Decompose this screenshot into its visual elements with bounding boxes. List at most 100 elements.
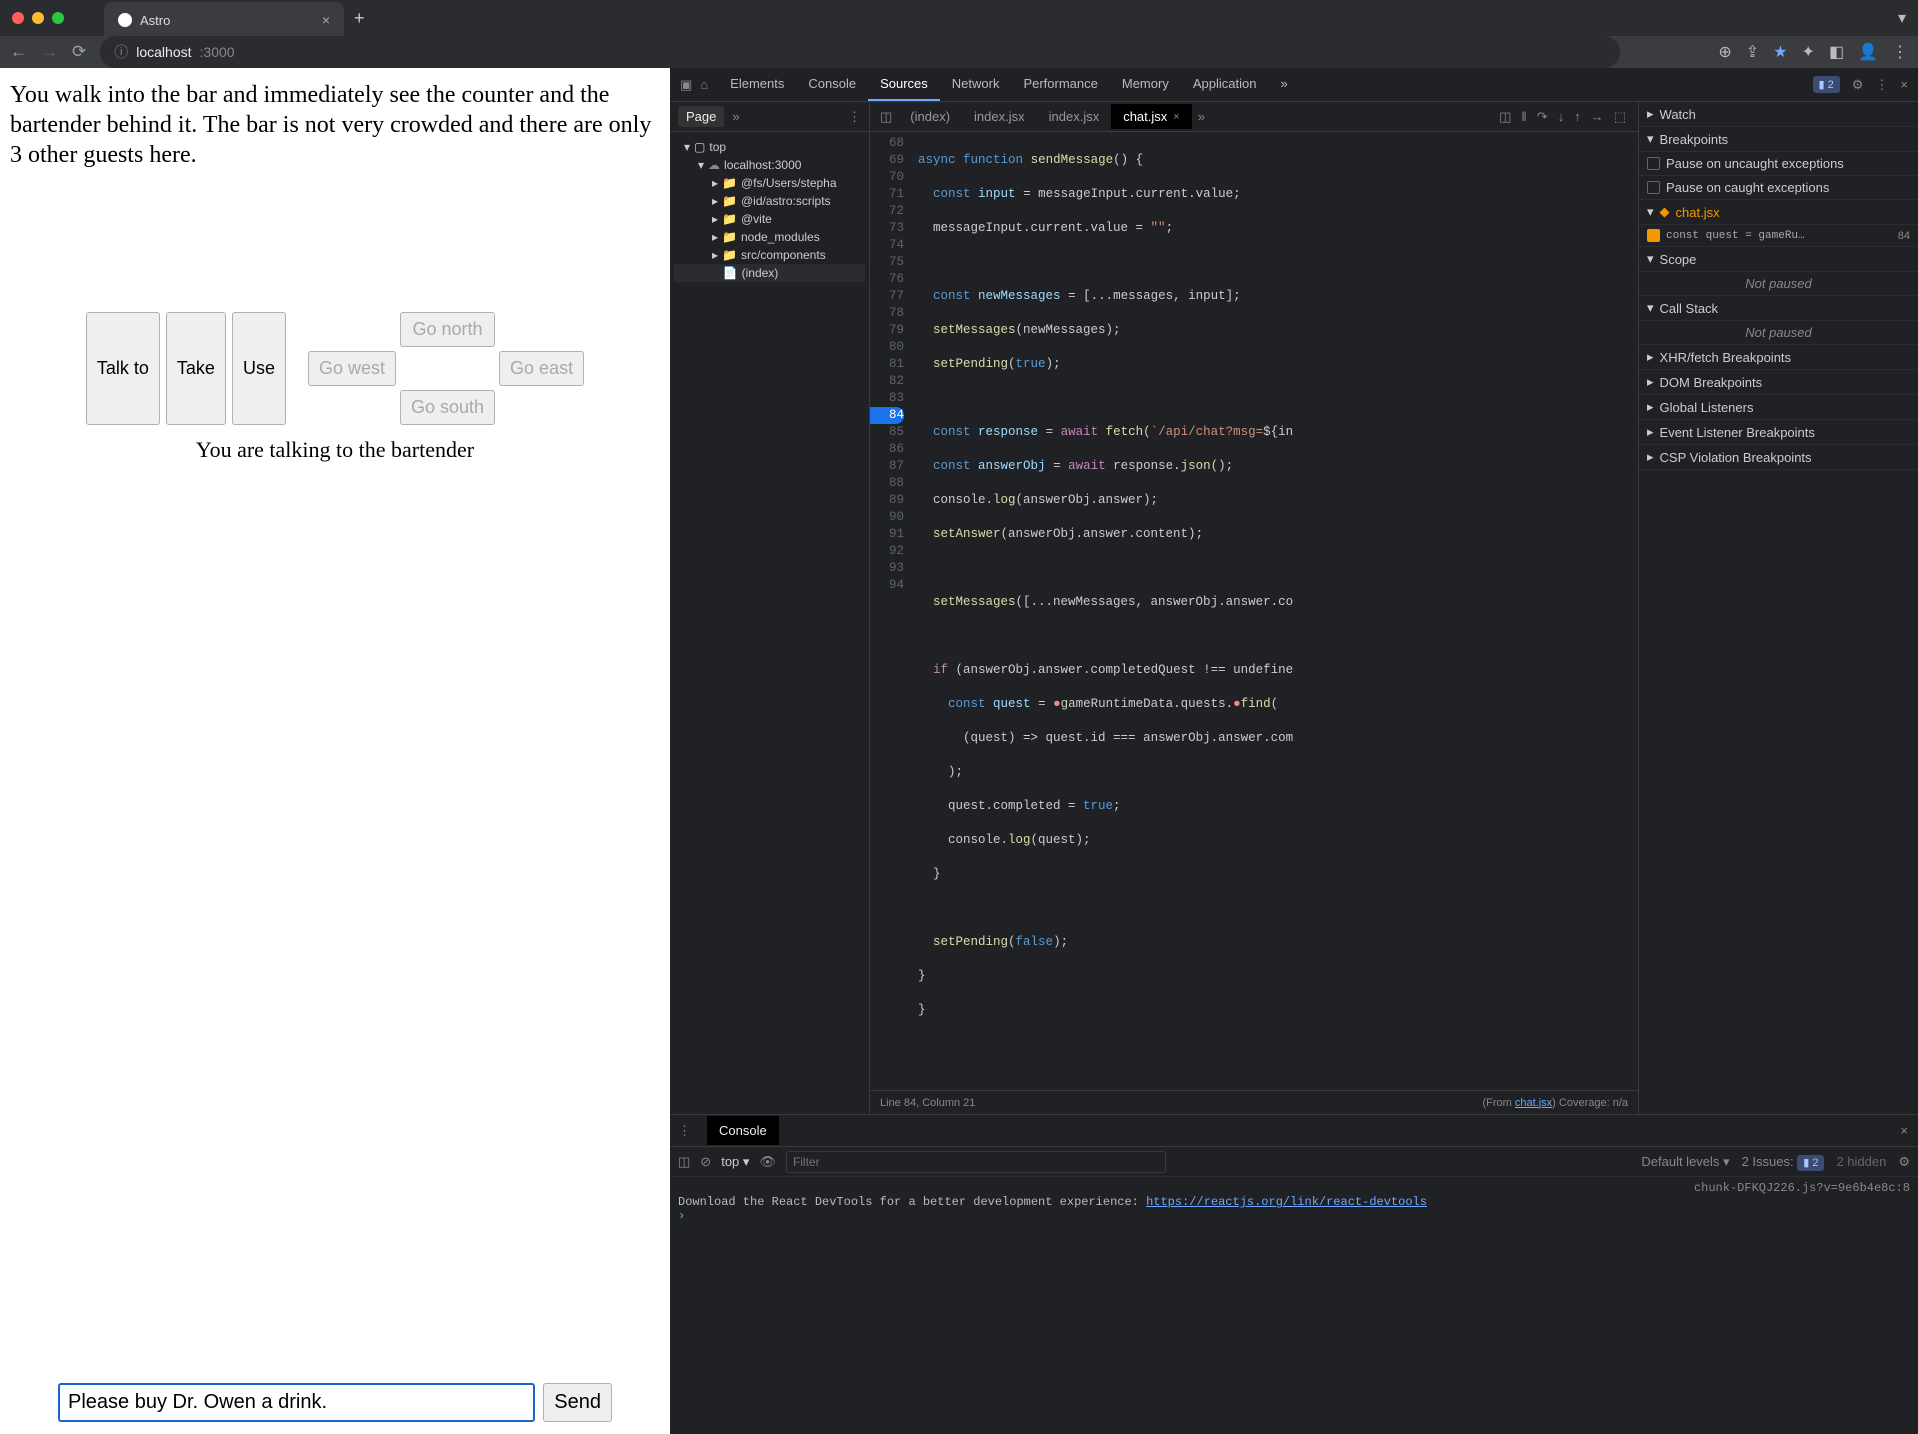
breakpoint-file[interactable]: ▾ ◆ chat.jsx xyxy=(1639,200,1918,225)
event-bp-section[interactable]: ▸ Event Listener Breakpoints xyxy=(1639,420,1918,445)
step-icon[interactable]: → xyxy=(1591,109,1604,125)
browser-tab[interactable]: Astro × xyxy=(104,2,344,38)
window-titlebar: Astro × + ▾ xyxy=(0,0,1918,36)
context-selector[interactable]: top ▾ xyxy=(721,1154,749,1170)
tree-folder[interactable]: ▸ 📁 @id/astro:scripts xyxy=(674,192,865,210)
step-out-icon[interactable]: ↑ xyxy=(1574,109,1581,125)
deactivate-bp-icon[interactable]: ⬚ xyxy=(1614,109,1626,125)
send-button[interactable]: Send xyxy=(543,1383,612,1422)
code-content[interactable]: async function sendMessage() { const inp… xyxy=(910,132,1638,1090)
tab-performance[interactable]: Performance xyxy=(1011,68,1109,101)
pause-icon[interactable]: ‖ xyxy=(1521,109,1526,125)
tree-folder[interactable]: ▸ 📁 @vite xyxy=(674,210,865,228)
breakpoints-section[interactable]: ▾ Breakpoints xyxy=(1639,127,1918,152)
console-drawer: ⋮ Console × ◫ ⊘ top ▾ 👁 Default levels ▾… xyxy=(670,1114,1918,1434)
tree-top[interactable]: ▾ ▢ top xyxy=(674,138,865,156)
issues-badge[interactable]: ▮ 2 xyxy=(1813,76,1840,93)
console-filter-input[interactable] xyxy=(786,1151,1166,1173)
settings-icon[interactable]: ⚙ xyxy=(1852,77,1864,93)
tree-file-index[interactable]: 📄 (index) xyxy=(674,264,865,282)
devtools-tabs: Elements Console Sources Network Perform… xyxy=(718,68,1300,101)
tree-folder[interactable]: ▸ 📁 @fs/Users/stepha xyxy=(674,174,865,192)
devtools-close-button[interactable]: × xyxy=(1900,77,1908,92)
maximize-window-button[interactable] xyxy=(52,12,64,24)
watch-section[interactable]: ▸ Watch xyxy=(1639,102,1918,127)
devtools-menu-button[interactable]: ⋮ xyxy=(1875,77,1888,93)
zoom-icon[interactable]: ⊕ xyxy=(1718,42,1731,62)
site-info-icon[interactable]: ⓘ xyxy=(114,42,128,62)
editor-tab[interactable]: index.jsx xyxy=(962,104,1037,129)
console-tab[interactable]: Console xyxy=(707,1116,779,1145)
console-menu-icon[interactable]: ⋮ xyxy=(670,1123,699,1139)
sidepanel-icon[interactable]: ◧ xyxy=(1829,42,1844,62)
tabs-overflow-button[interactable]: » xyxy=(1268,68,1299,101)
csp-bp-section[interactable]: ▸ CSP Violation Breakpoints xyxy=(1639,445,1918,470)
editor-tab[interactable]: (index) xyxy=(898,104,962,129)
editor-tab[interactable]: index.jsx xyxy=(1037,104,1112,129)
toggle-pane-icon[interactable]: ◫ xyxy=(1499,109,1511,125)
back-button[interactable]: ← xyxy=(10,42,27,62)
tab-network[interactable]: Network xyxy=(940,68,1012,101)
tree-host[interactable]: ▾ ☁ localhost:3000 xyxy=(674,156,865,174)
clear-console-icon[interactable]: ⊘ xyxy=(700,1154,711,1170)
xhr-bp-section[interactable]: ▸ XHR/fetch Breakpoints xyxy=(1639,345,1918,370)
inspect-element-icon[interactable]: ▣ xyxy=(680,77,692,93)
use-button[interactable]: Use xyxy=(232,312,286,425)
tab-close-button[interactable]: × xyxy=(322,12,330,28)
device-toolbar-icon[interactable]: ⌂ xyxy=(700,77,708,93)
step-over-icon[interactable]: ↷ xyxy=(1537,109,1548,125)
tabs-menu-button[interactable]: ▾ xyxy=(1898,8,1906,28)
close-icon[interactable]: × xyxy=(1173,111,1179,123)
issues-label[interactable]: 2 Issues: ▮ 2 xyxy=(1742,1154,1825,1170)
log-levels-dropdown[interactable]: Default levels ▾ xyxy=(1641,1154,1729,1170)
tree-folder[interactable]: ▸ 📁 node_modules xyxy=(674,228,865,246)
files-overflow-icon[interactable]: » xyxy=(732,109,739,124)
sidebar-toggle-icon[interactable]: ◫ xyxy=(678,1154,690,1170)
talk-to-button[interactable]: Talk to xyxy=(86,312,160,425)
console-settings-icon[interactable]: ⚙ xyxy=(1898,1154,1910,1170)
tab-elements[interactable]: Elements xyxy=(718,68,796,101)
source-link[interactable]: chat.jsx xyxy=(1515,1097,1552,1109)
global-listeners-section[interactable]: ▸ Global Listeners xyxy=(1639,395,1918,420)
profile-icon[interactable]: 👤 xyxy=(1858,42,1878,62)
pause-caught-checkbox[interactable]: Pause on caught exceptions xyxy=(1639,176,1918,200)
reload-button[interactable]: ⟳ xyxy=(72,42,86,62)
tree-folder[interactable]: ▸ 📁 src/components xyxy=(674,246,865,264)
editor-tab-active[interactable]: chat.jsx × xyxy=(1111,104,1192,129)
page-subtab[interactable]: Page xyxy=(678,106,724,127)
pause-uncaught-checkbox[interactable]: Pause on uncaught exceptions xyxy=(1639,152,1918,176)
code-editor[interactable]: 6869707172737475767778798081828384858687… xyxy=(870,132,1638,1090)
tab-console[interactable]: Console xyxy=(796,68,868,101)
game-status-text: You are talking to the bartender xyxy=(0,437,670,463)
nav-files-icon[interactable]: ◫ xyxy=(874,109,898,125)
extensions-icon[interactable]: ✦ xyxy=(1802,42,1815,62)
take-button[interactable]: Take xyxy=(166,312,226,425)
chat-input[interactable] xyxy=(58,1383,535,1422)
callstack-section[interactable]: ▾ Call Stack xyxy=(1639,296,1918,321)
react-devtools-link[interactable]: https://reactjs.org/link/react-devtools xyxy=(1146,1195,1427,1209)
bookmark-icon[interactable]: ★ xyxy=(1773,42,1787,62)
tab-memory[interactable]: Memory xyxy=(1110,68,1181,101)
share-icon[interactable]: ⇪ xyxy=(1746,42,1759,62)
address-field[interactable]: ⓘ localhost:3000 xyxy=(100,36,1620,68)
line-gutter[interactable]: 6869707172737475767778798081828384858687… xyxy=(870,132,910,1090)
console-close-button[interactable]: × xyxy=(1900,1123,1918,1138)
minimize-window-button[interactable] xyxy=(32,12,44,24)
live-expression-icon[interactable]: 👁 xyxy=(759,1154,776,1170)
go-west-button: Go west xyxy=(308,351,396,386)
hidden-count[interactable]: 2 hidden xyxy=(1836,1154,1886,1170)
files-menu-button[interactable]: ⋮ xyxy=(848,109,861,125)
close-window-button[interactable] xyxy=(12,12,24,24)
breakpoint-entry[interactable]: const quest = gameRu…84 xyxy=(1639,225,1918,247)
tabs-overflow-icon[interactable]: » xyxy=(1192,109,1211,124)
console-prompt[interactable]: › xyxy=(678,1209,1910,1223)
log-source-link[interactable]: chunk-DFKQJ226.js?v=9e6b4e8c:8 xyxy=(678,1181,1910,1195)
tab-application[interactable]: Application xyxy=(1181,68,1269,101)
step-into-icon[interactable]: ↓ xyxy=(1558,109,1565,125)
tab-sources[interactable]: Sources xyxy=(868,68,940,101)
scope-section[interactable]: ▾ Scope xyxy=(1639,247,1918,272)
new-tab-button[interactable]: + xyxy=(354,8,365,29)
go-north-button: Go north xyxy=(400,312,495,347)
chrome-menu-button[interactable]: ⋮ xyxy=(1892,42,1908,62)
dom-bp-section[interactable]: ▸ DOM Breakpoints xyxy=(1639,370,1918,395)
